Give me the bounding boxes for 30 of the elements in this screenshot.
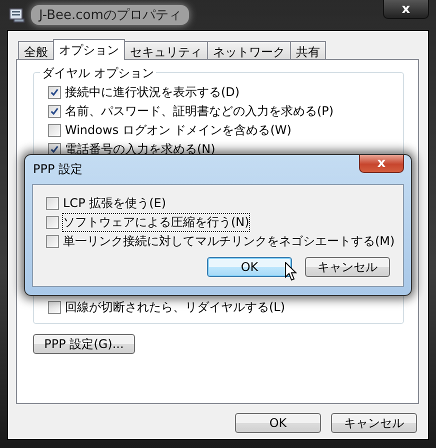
checkbox-label: 名前、パスワード、証明書などの入力を求める(P) xyxy=(64,103,335,120)
checkbox[interactable] xyxy=(46,216,59,229)
group-title: ダイヤル オプション xyxy=(40,65,156,82)
window-title: J-Bee.comのプロパティ xyxy=(31,5,190,25)
checkbox-label: 回線が切断されたら、リダイヤルする(L) xyxy=(64,299,286,316)
checkbox-label: Windows ログオン ドメインを含める(W) xyxy=(64,122,292,139)
close-button[interactable]: x xyxy=(383,0,429,19)
dialog-button[interactable]: キャンセル xyxy=(305,257,390,277)
close-button[interactable]: x xyxy=(359,155,404,173)
cursor-icon xyxy=(285,262,297,281)
checkbox[interactable] xyxy=(48,105,61,118)
checkbox[interactable] xyxy=(46,235,59,248)
dialog-button[interactable]: キャンセル xyxy=(331,413,417,433)
checkbox-label: LCP 拡張を使う(E) xyxy=(62,195,168,212)
tab[interactable]: ネットワーク xyxy=(207,41,291,59)
checkbox-label: 接続中に進行状況を表示する(D) xyxy=(64,84,241,101)
checkbox-label: ソフトウェアによる圧縮を行う(N) xyxy=(62,213,250,232)
tab[interactable]: セキュリティ xyxy=(124,41,208,59)
checkbox-label: 単一リンク接続に対してマルチリンクをネゴシエートする(M) xyxy=(62,233,396,250)
checkbox[interactable] xyxy=(46,197,59,210)
dialog-title: PPP 設定 xyxy=(32,161,83,178)
checkbox[interactable] xyxy=(48,301,61,314)
checkbox[interactable] xyxy=(48,86,61,99)
tab[interactable]: 全般 xyxy=(18,41,54,59)
tab[interactable]: オプション xyxy=(53,39,125,60)
tab[interactable]: 共有 xyxy=(290,41,326,59)
ppp-settings-button[interactable]: PPP 設定(G)... xyxy=(33,334,135,354)
dialog-button[interactable]: OK xyxy=(207,257,292,277)
checkbox[interactable] xyxy=(48,124,61,137)
dialog-button[interactable]: OK xyxy=(235,413,321,433)
